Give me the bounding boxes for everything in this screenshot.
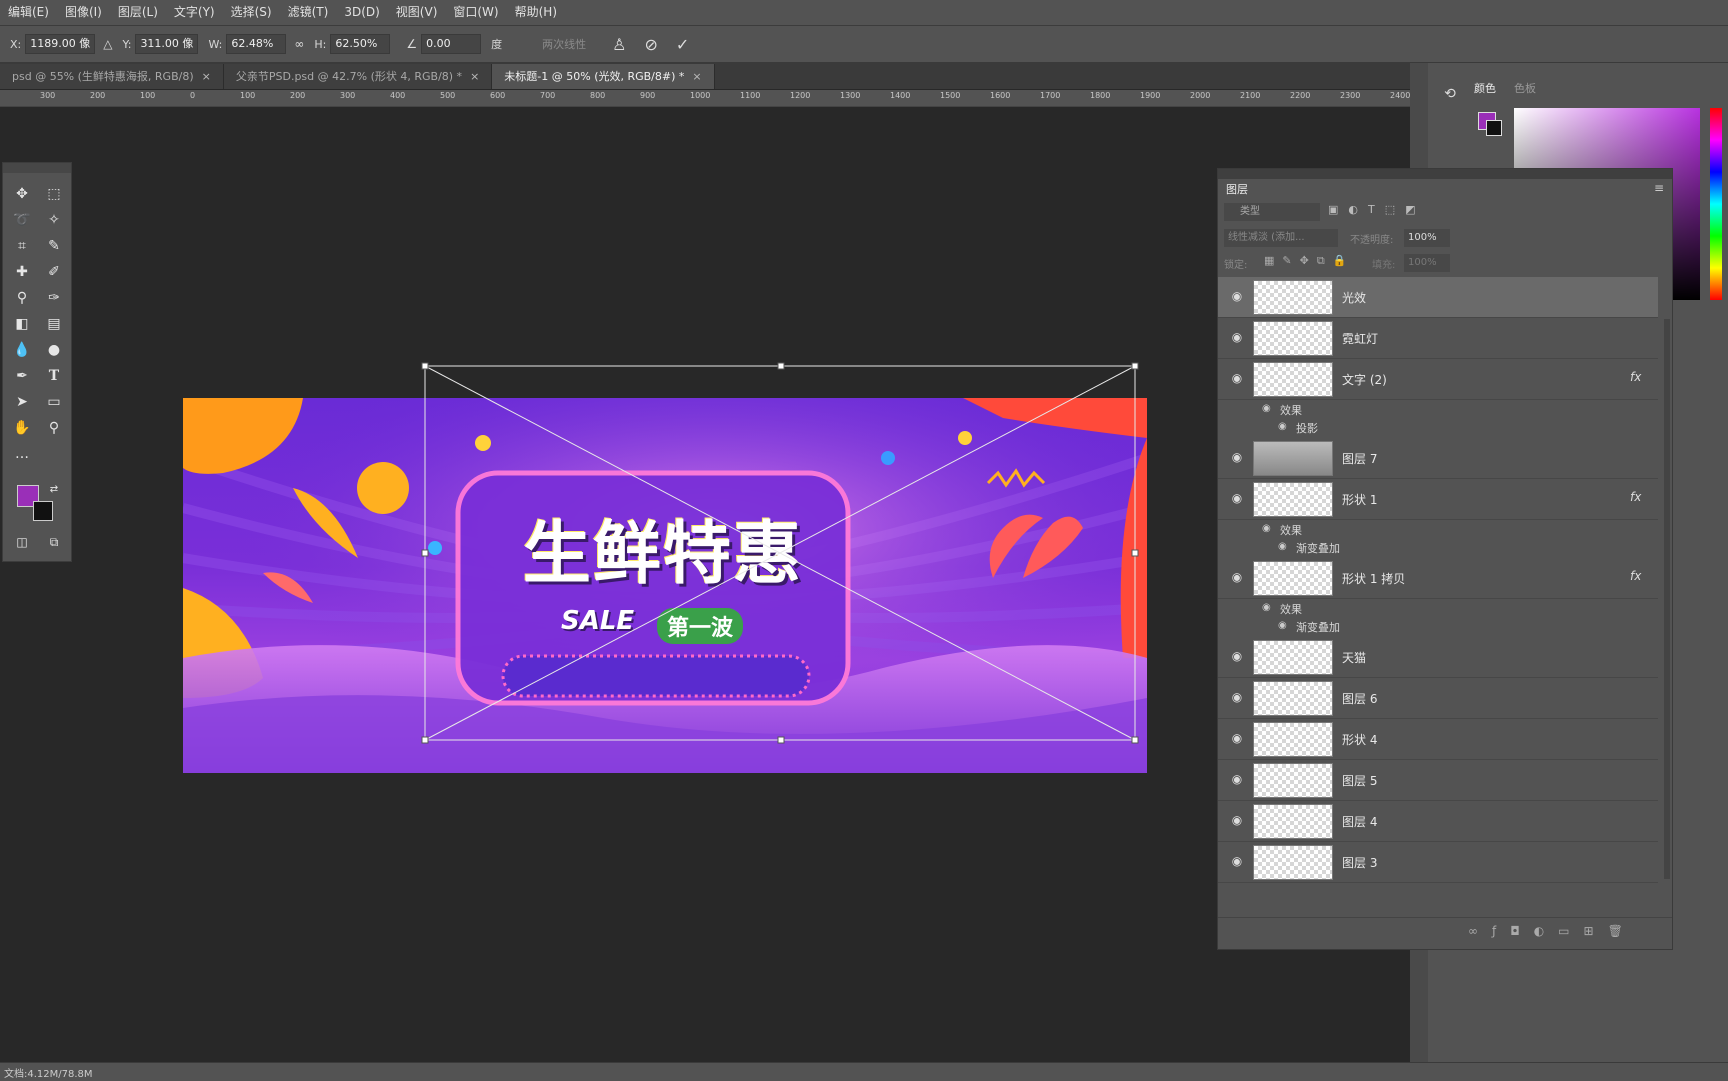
layer-row[interactable]: ◉ 图层 4 (1218, 801, 1658, 842)
panel-menu-icon[interactable]: ≡ (1654, 181, 1664, 195)
effect-eye-icon[interactable]: ◉ (1278, 541, 1290, 553)
layer-name[interactable]: 图层 5 (1342, 772, 1377, 789)
layer-thumbnail (1253, 362, 1333, 397)
layer-row[interactable]: ◉ 天猫 (1218, 637, 1658, 678)
layer-row[interactable]: ◉ 形状 4 (1218, 719, 1658, 760)
layer-thumbnail (1253, 441, 1333, 476)
effect-name: 渐变叠加 (1296, 542, 1340, 555)
filter-icons[interactable]: ▣◐T⬚◩ (1328, 203, 1426, 216)
layer-row[interactable]: ◉ 光效 (1218, 277, 1658, 318)
fx-icon[interactable]: fx (1630, 370, 1641, 384)
effects-label: 效果 (1280, 404, 1302, 417)
visibility-eye-icon[interactable]: ◉ (1230, 330, 1244, 344)
layer-thumbnail (1253, 804, 1333, 839)
fill-label: 填充: (1372, 260, 1396, 271)
effect-eye-icon[interactable]: ◉ (1278, 620, 1290, 632)
layer-thumbnail (1253, 722, 1333, 757)
color-panel-background[interactable] (1486, 120, 1502, 136)
visibility-eye-icon[interactable]: ◉ (1230, 649, 1244, 663)
layer-row[interactable]: ◉ 形状 1 拷贝 fx (1218, 558, 1658, 599)
effects-row[interactable]: ◉ 效果 (1218, 400, 1658, 418)
hue-slider[interactable] (1710, 108, 1722, 300)
effect-eye-icon[interactable]: ◉ (1278, 421, 1290, 433)
layer-thumbnail (1253, 482, 1333, 517)
effects-row[interactable]: ◉ 效果 (1218, 599, 1658, 617)
layer-list: ◉ 光效 ◉ 霓虹灯 ◉ 文字 (2) fx ◉ 效果 ◉ 投影 ◉ 图层 7 ◉ 形状 1 fx ◉ 效果 ◉ 渐变… (1218, 277, 1658, 907)
tab-swatches[interactable]: 色板 (1514, 80, 1536, 96)
effect-name: 渐变叠加 (1296, 621, 1340, 634)
layer-row[interactable]: ◉ 形状 1 fx (1218, 479, 1658, 520)
fx-icon[interactable]: fx (1630, 490, 1641, 504)
layers-panel: 图层 ≡ 类型 ▣◐T⬚◩ 线性减淡 (添加... 不透明度: 100% 锁定:… (1217, 168, 1673, 950)
effects-row[interactable]: ◉ 效果 (1218, 520, 1658, 538)
layer-thumbnail (1253, 321, 1333, 356)
layer-name[interactable]: 图层 3 (1342, 854, 1377, 871)
kind-filter-select[interactable]: 类型 (1224, 203, 1320, 221)
effect-item[interactable]: ◉ 渐变叠加 (1218, 538, 1658, 556)
effect-eye-icon[interactable]: ◉ (1262, 602, 1274, 614)
layer-row[interactable]: ◉ 文字 (2) fx (1218, 359, 1658, 400)
visibility-eye-icon[interactable]: ◉ (1230, 854, 1244, 868)
visibility-eye-icon[interactable]: ◉ (1230, 289, 1244, 303)
layer-name[interactable]: 天猫 (1342, 649, 1366, 666)
fill-input[interactable]: 100% (1404, 254, 1450, 272)
layer-row[interactable]: ◉ 霓虹灯 (1218, 318, 1658, 359)
layer-name[interactable]: 光效 (1342, 289, 1366, 306)
tab-color[interactable]: 颜色 (1474, 80, 1496, 96)
layer-name[interactable]: 形状 4 (1342, 731, 1377, 748)
visibility-eye-icon[interactable]: ◉ (1230, 450, 1244, 464)
effect-name: 投影 (1296, 422, 1318, 435)
effect-item[interactable]: ◉ 渐变叠加 (1218, 617, 1658, 635)
layer-name[interactable]: 霓虹灯 (1342, 330, 1378, 347)
effects-label: 效果 (1280, 603, 1302, 616)
layer-row[interactable]: ◉ 图层 6 (1218, 678, 1658, 719)
document-size: 文档:4.12M/78.8M (4, 1069, 93, 1080)
layer-thumbnail (1253, 280, 1333, 315)
visibility-eye-icon[interactable]: ◉ (1230, 690, 1244, 704)
lock-label: 锁定: (1224, 260, 1248, 271)
layer-thumbnail (1253, 681, 1333, 716)
visibility-eye-icon[interactable]: ◉ (1230, 570, 1244, 584)
visibility-eye-icon[interactable]: ◉ (1230, 731, 1244, 745)
effect-item[interactable]: ◉ 投影 (1218, 418, 1658, 436)
status-bar: 文档:4.12M/78.8M (0, 1062, 1728, 1081)
opacity-input[interactable]: 100% (1404, 229, 1450, 247)
layers-scrollbar[interactable] (1664, 319, 1670, 879)
history-icon[interactable]: ⟲ (1438, 86, 1462, 110)
layer-name[interactable]: 图层 4 (1342, 813, 1377, 830)
layer-row[interactable]: ◉ 图层 5 (1218, 760, 1658, 801)
layer-thumbnail (1253, 640, 1333, 675)
layer-thumbnail (1253, 561, 1333, 596)
layers-panel-header[interactable] (1218, 169, 1672, 179)
layer-name[interactable]: 文字 (2) (1342, 371, 1387, 388)
layers-footer: ∞ƒ◘◐▭⊞🗑 (1218, 917, 1672, 948)
effects-label: 效果 (1280, 524, 1302, 537)
visibility-eye-icon[interactable]: ◉ (1230, 491, 1244, 505)
layer-name[interactable]: 图层 6 (1342, 690, 1377, 707)
layer-actions-icons[interactable]: ∞ƒ◘◐▭⊞🗑 (1468, 924, 1637, 938)
layer-thumbnail (1253, 845, 1333, 880)
opacity-label: 不透明度: (1350, 235, 1394, 246)
layers-tab[interactable]: 图层 (1226, 181, 1248, 197)
layer-name[interactable]: 形状 1 拷贝 (1342, 570, 1405, 587)
visibility-eye-icon[interactable]: ◉ (1230, 813, 1244, 827)
layer-name[interactable]: 图层 7 (1342, 450, 1377, 467)
blend-mode-select[interactable]: 线性减淡 (添加... (1224, 229, 1338, 247)
visibility-eye-icon[interactable]: ◉ (1230, 772, 1244, 786)
visibility-eye-icon[interactable]: ◉ (1230, 371, 1244, 385)
layer-name[interactable]: 形状 1 (1342, 491, 1377, 508)
layer-row[interactable]: ◉ 图层 3 (1218, 842, 1658, 883)
effect-eye-icon[interactable]: ◉ (1262, 523, 1274, 535)
layer-row[interactable]: ◉ 图层 7 (1218, 438, 1658, 479)
fx-icon[interactable]: fx (1630, 569, 1641, 583)
layer-thumbnail (1253, 763, 1333, 798)
kind-filter-label: 类型 (1240, 206, 1260, 217)
lock-icons[interactable]: ▦✎✥⧉🔒 (1264, 254, 1354, 268)
effect-eye-icon[interactable]: ◉ (1262, 403, 1274, 415)
